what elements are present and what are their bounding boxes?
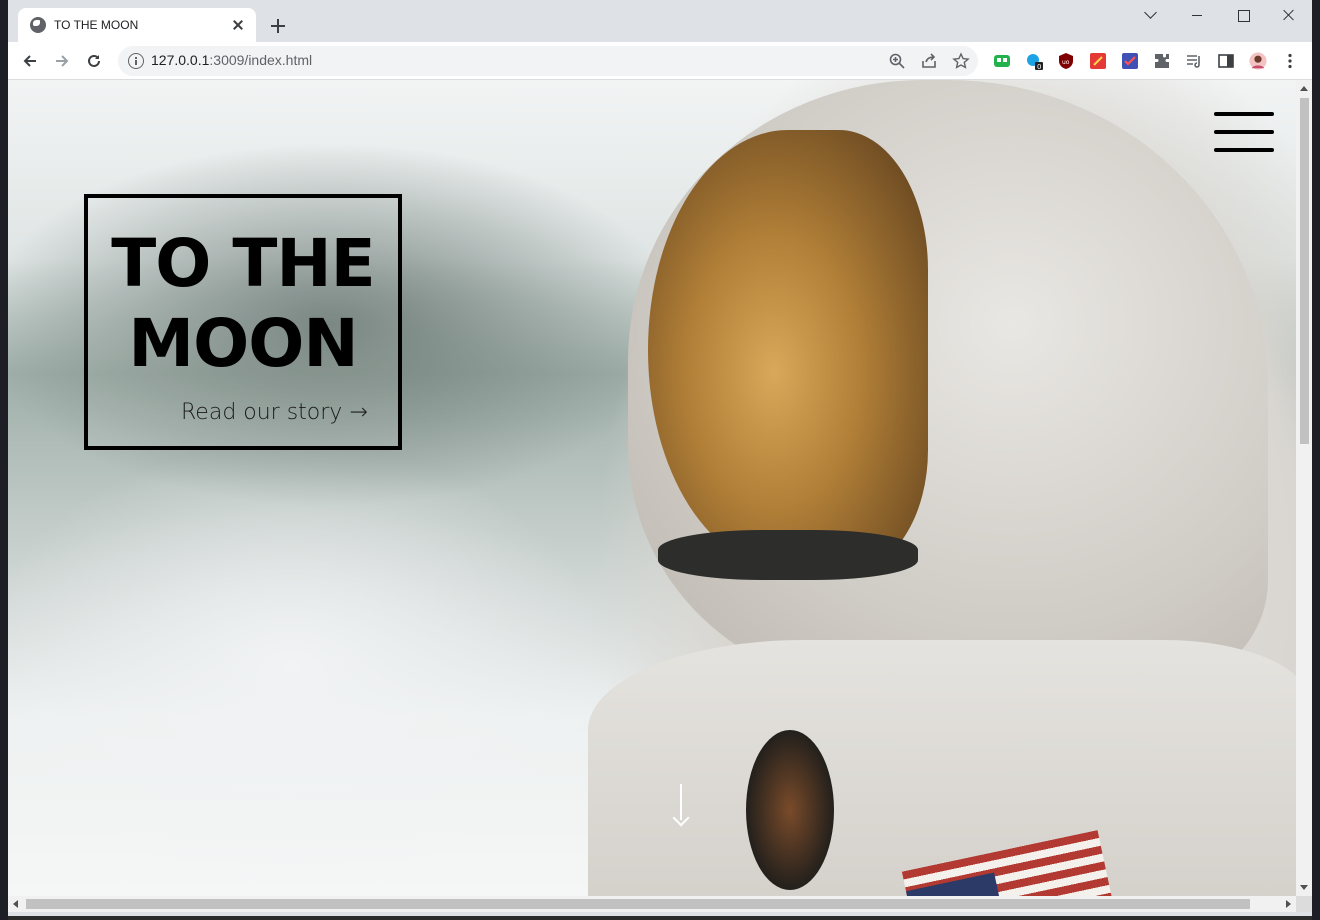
minimize-button[interactable]	[1174, 0, 1220, 32]
hero-image-patch	[746, 730, 834, 890]
extension-icon-green[interactable]	[992, 51, 1012, 71]
scroll-down-arrow[interactable]	[1300, 885, 1308, 890]
svg-text:uo: uo	[1062, 59, 1070, 66]
svg-text:0: 0	[1037, 63, 1041, 70]
desktop-edge-right	[1312, 0, 1320, 920]
info-icon[interactable]	[128, 53, 144, 69]
url-path: :3009/index.html	[209, 52, 313, 68]
page-viewport: TO THE MOON Read our story →	[8, 80, 1296, 896]
globe-icon	[30, 17, 46, 33]
browser-window: TO THE MOON 127.0.0.1:3009/index.html 0 …	[8, 0, 1312, 916]
url-text: 127.0.0.1:3009/index.html	[151, 52, 312, 68]
hero-title: TO THE MOON	[111, 225, 375, 382]
ublock-icon[interactable]: uo	[1056, 51, 1076, 71]
hero-box: TO THE MOON Read our story →	[84, 194, 402, 450]
reload-icon[interactable]	[82, 49, 106, 73]
reading-list-icon[interactable]	[1184, 51, 1204, 71]
toolbar: 127.0.0.1:3009/index.html 0 uo	[8, 42, 1312, 80]
hero-image-visor	[648, 130, 928, 570]
tab-search-button[interactable]	[1128, 0, 1174, 32]
scrollbar-corner	[1296, 896, 1312, 912]
zoom-icon[interactable]	[888, 52, 906, 70]
extensions-icon[interactable]	[1152, 51, 1172, 71]
tab-strip: TO THE MOON	[8, 0, 1312, 42]
horizontal-scrollbar[interactable]	[8, 896, 1296, 912]
tab-active[interactable]: TO THE MOON	[18, 8, 256, 42]
close-icon[interactable]	[230, 17, 246, 33]
hero-image-visor-rim	[658, 530, 918, 580]
maximize-button[interactable]	[1220, 0, 1266, 32]
scroll-up-arrow[interactable]	[1300, 86, 1308, 91]
extension-icon-red[interactable]	[1088, 51, 1108, 71]
extension-icon-blue[interactable]: 0	[1024, 51, 1044, 71]
vertical-scrollbar[interactable]	[1296, 80, 1312, 896]
star-icon[interactable]	[952, 52, 970, 70]
back-icon[interactable]	[18, 49, 42, 73]
close-window-button[interactable]	[1266, 0, 1312, 32]
plus-icon[interactable]	[268, 16, 288, 36]
scroll-right-arrow[interactable]	[1286, 900, 1291, 908]
url-host: 127.0.0.1	[151, 52, 210, 68]
desktop-edge-left	[0, 0, 8, 920]
avatar[interactable]	[1248, 51, 1268, 71]
vertical-scroll-thumb[interactable]	[1300, 98, 1309, 444]
scroll-left-arrow[interactable]	[13, 900, 18, 908]
share-icon[interactable]	[920, 52, 938, 70]
tab-title: TO THE MOON	[54, 18, 139, 32]
forward-icon[interactable]	[50, 49, 74, 73]
hero-image-suit	[588, 640, 1296, 896]
arrow-down-icon[interactable]	[671, 784, 691, 828]
window-controls	[1128, 0, 1312, 32]
menu-icon[interactable]	[1280, 51, 1300, 71]
horizontal-scroll-thumb[interactable]	[26, 899, 1250, 909]
hamburger-icon[interactable]	[1214, 112, 1274, 156]
extension-icon-check[interactable]	[1120, 51, 1140, 71]
read-story-link[interactable]: Read our story →	[181, 400, 368, 425]
address-bar[interactable]: 127.0.0.1:3009/index.html	[118, 46, 978, 76]
side-panel-icon[interactable]	[1216, 51, 1236, 71]
